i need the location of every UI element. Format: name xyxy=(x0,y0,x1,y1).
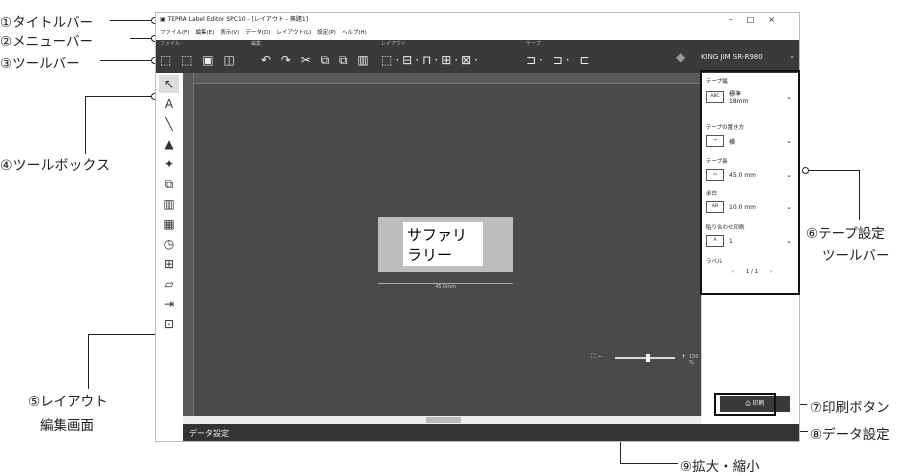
table-tool-icon[interactable]: ⊞ xyxy=(159,255,179,273)
printer-select[interactable]: KING JIM SR-R980 xyxy=(701,53,763,61)
leader-6h xyxy=(805,170,860,171)
calendar-tool-icon[interactable]: ◷ xyxy=(159,235,179,253)
toolbox: ↖ A ╲ ▲ ✦ ⧉ ▥ ▦ ◷ ⊞ ▱ ⇥ ⊡ xyxy=(156,73,184,441)
toolbar-group-file-label: ファイル xyxy=(160,41,181,47)
label-text[interactable]: サファリ ラリー xyxy=(403,222,483,266)
title-bar: ▣ TEPRA Label Editor SPC10 - [レイアウト - 無題… xyxy=(156,13,799,27)
window-title: TEPRA Label Editor SPC10 - [レイアウト - 無題1] xyxy=(167,16,309,23)
menu-data[interactable]: データ(D) xyxy=(245,30,270,36)
select-tool-icon[interactable]: ↖ xyxy=(159,75,179,93)
scrollbar-thumb[interactable] xyxy=(426,417,461,423)
menu-file[interactable]: ファイル(F) xyxy=(160,30,189,36)
label-width-dimension: 45.0mm xyxy=(378,283,513,294)
qrcode-tool-icon[interactable]: ▦ xyxy=(159,215,179,233)
annotation-layout-2: 編集画面 xyxy=(40,418,94,434)
vertical-ruler xyxy=(183,73,194,416)
tape-tools[interactable]: ⊐· ⊐· ⊏ xyxy=(526,53,592,67)
annotation-layout-1: ⑤レイアウト xyxy=(28,394,108,410)
app-logo-icon: ▣ xyxy=(160,16,166,23)
close-button[interactable]: × xyxy=(768,15,789,24)
annotation-titlebar: ①タイトルバー xyxy=(0,15,94,31)
annotation-toolbar: ③ツールバー xyxy=(0,56,80,72)
toolbar-group-layout-label: レイアウト xyxy=(381,41,407,47)
menu-layout[interactable]: レイアウト(L) xyxy=(276,30,311,36)
maximize-button[interactable]: □ xyxy=(747,15,769,24)
layout-tools[interactable]: ⬚·⊟·⊓·⊞·⊠· xyxy=(381,53,481,67)
menu-bar: ファイル(F) 編集(E) 表示(V) データ(D) レイアウト(L) 設定(P) ヘルプ(… xyxy=(156,27,799,40)
shape-tool-icon[interactable]: ⧉ xyxy=(159,175,179,193)
leader-6v xyxy=(859,170,860,220)
menu-settings[interactable]: 設定(P) xyxy=(317,30,336,36)
toolbar-group-edit-label: 編集 xyxy=(251,41,262,47)
edit-tools[interactable]: ↶ ↷ ✂ ⧉ ⧉ ▥ xyxy=(261,53,372,68)
symbol-tool-icon[interactable]: ✦ xyxy=(159,155,179,173)
toolbar-group-file: ファイル ⬚ ⬚ ▣ ◫ xyxy=(160,40,235,73)
tape-panel-highlight xyxy=(700,70,800,295)
import-tool-icon[interactable]: ⇥ xyxy=(159,295,179,313)
printer-icon: ◆ xyxy=(676,50,686,64)
zoom-control: ⛶ − xyxy=(591,353,603,360)
leader-5v xyxy=(88,334,89,389)
line-tool-icon[interactable]: ╲ xyxy=(159,115,179,133)
layout-canvas[interactable]: サファリ ラリー 45.0mm ⛶ − + 150 % xyxy=(183,73,701,416)
barcode-tool-icon[interactable]: ▥ xyxy=(159,195,179,213)
annotation-tape-2: ツールバー xyxy=(822,248,890,264)
text-tool-icon[interactable]: A xyxy=(159,95,179,113)
horizontal-ruler xyxy=(183,73,701,84)
annotation-menubar: ②メニューバー xyxy=(0,34,93,50)
zoom-in-button[interactable]: + xyxy=(681,353,686,360)
toolbar-group-layout: レイアウト ⬚·⊟·⊓·⊞·⊠· xyxy=(381,40,478,73)
window-controls[interactable]: –□× xyxy=(729,13,789,27)
horizontal-scrollbar[interactable] xyxy=(183,416,701,424)
chevron-down-icon[interactable]: ⌄ xyxy=(789,52,795,60)
file-tools[interactable]: ⬚ ⬚ ▣ ◫ xyxy=(160,53,238,67)
leader-3 xyxy=(100,60,155,61)
label-tape[interactable]: サファリ ラリー xyxy=(378,217,513,272)
zoom-level: 150 % xyxy=(689,354,699,366)
minimize-button[interactable]: – xyxy=(729,15,747,24)
leader-4v xyxy=(85,96,86,154)
data-setting-bar[interactable]: データ設定 xyxy=(183,424,799,441)
annotation-toolbox: ④ツールボックス xyxy=(0,158,111,174)
annotation-zoom: ⑨拡大・縮小 xyxy=(680,459,760,475)
data-setting-label: データ設定 xyxy=(189,429,229,438)
annotation-data: ⑧データ設定 xyxy=(810,427,890,443)
frame-tool-icon[interactable]: ▱ xyxy=(159,275,179,293)
menu-view[interactable]: 表示(V) xyxy=(220,30,239,36)
layout-data-tool-icon[interactable]: ⊡ xyxy=(159,315,179,333)
annotation-print: ⑦印刷ボタン xyxy=(810,400,890,416)
annotation-tape-1: ⑥テープ設定 xyxy=(806,226,885,242)
toolbar: ファイル ⬚ ⬚ ▣ ◫ 編集 ↶ ↷ ✂ ⧉ ⧉ ▥ レイアウト ⬚·⊟·⊓·… xyxy=(156,40,799,73)
zoom-slider[interactable] xyxy=(615,357,675,359)
leader-1 xyxy=(110,20,155,21)
image-tool-icon[interactable]: ▲ xyxy=(159,135,179,153)
menu-edit[interactable]: 編集(E) xyxy=(195,30,214,36)
leader-9h xyxy=(620,463,678,464)
toolbar-group-edit: 編集 ↶ ↷ ✂ ⧉ ⧉ ▥ xyxy=(251,40,369,73)
menu-help[interactable]: ヘルプ(H) xyxy=(342,30,367,36)
print-button-highlight xyxy=(714,393,776,416)
zoom-slider-handle[interactable] xyxy=(646,354,650,362)
toolbar-group-tape: テープ ⊐· ⊐· ⊏ xyxy=(526,40,589,73)
toolbar-group-tape-label: テープ xyxy=(526,41,541,47)
leader-4h xyxy=(85,96,155,97)
leader-dot-6 xyxy=(802,167,809,174)
